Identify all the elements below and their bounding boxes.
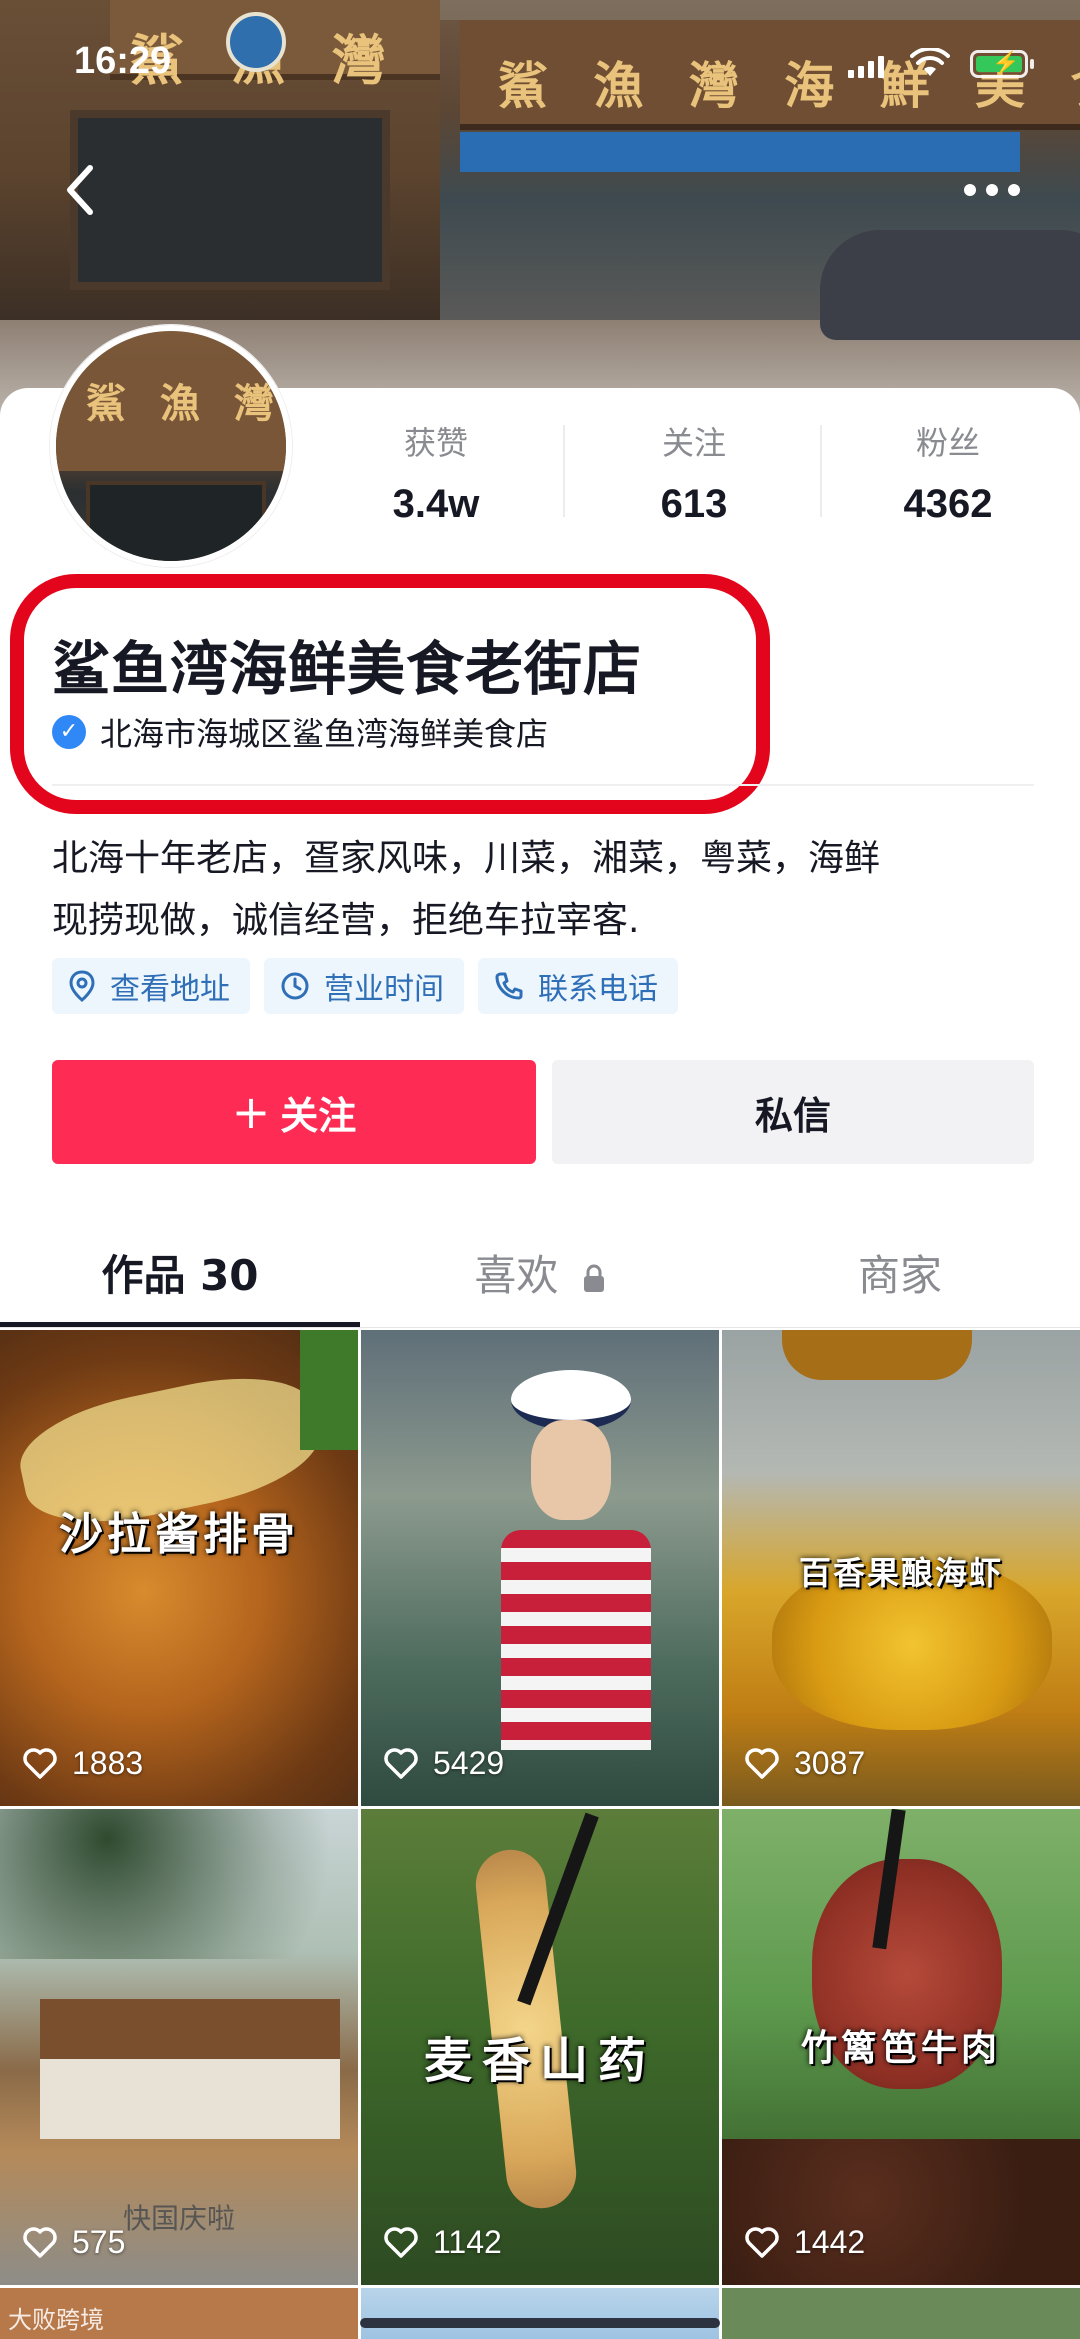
video-caption: 麦香山药 [423, 2033, 656, 2089]
heart-icon [384, 2226, 418, 2258]
video-tile-partial[interactable] [361, 2288, 719, 2339]
like-count-value: 3087 [794, 1745, 866, 1781]
avatar-sign-text: 鯊 漁 灣 [86, 380, 284, 427]
video-tile[interactable]: 麦香山药 1142 [361, 1809, 719, 2285]
video-tile[interactable]: 5429 [361, 1330, 719, 1806]
heart-icon [384, 1747, 418, 1779]
heart-icon [745, 2226, 779, 2258]
like-count: 1883 [22, 1745, 143, 1782]
chip-view-address-label: 查看地址 [110, 972, 230, 1007]
lock-icon [583, 1264, 604, 1292]
verified-check-icon: ✓ [52, 715, 86, 749]
message-button-label: 私信 [754, 1093, 831, 1138]
stat-following-label: 关注 [661, 425, 726, 461]
like-count-value: 1883 [72, 1745, 144, 1781]
bio-line-2: 现捞现做，诚信经营，拒绝车拉宰客. [52, 900, 640, 941]
chevron-left-icon [67, 165, 93, 215]
tab-likes-label: 喜欢 [474, 1251, 559, 1300]
tab-merchant-label: 商家 [857, 1251, 942, 1300]
video-caption: 沙拉酱排骨 [59, 1509, 299, 1560]
tab-likes[interactable]: 喜欢 [360, 1242, 720, 1303]
follow-button-label: 关注 [280, 1093, 357, 1138]
info-chips: 查看地址 营业时间 联系电话 [52, 958, 678, 1014]
stat-likes[interactable]: 获赞 3.4w [336, 418, 536, 527]
like-count: 575 [22, 2224, 125, 2261]
chip-business-hours-label: 营业时间 [324, 972, 444, 1007]
profile-name: 鲨鱼湾海鲜美食老街店 [52, 635, 643, 703]
like-count-value: 5429 [433, 1745, 505, 1781]
tab-works-label: 作品 30 [101, 1251, 259, 1300]
video-tile[interactable]: 快国庆啦 575 [0, 1809, 358, 2285]
like-count: 3087 [744, 1745, 865, 1782]
like-count: 1142 [383, 2224, 502, 2261]
video-caption: 竹篱笆牛肉 [800, 2027, 1001, 2069]
profile-bio: 北海十年老店，疍家风味，川菜，湘菜，粤菜，海鲜 现捞现做，诚信经营，拒绝车拉宰客… [52, 828, 1032, 952]
stat-likes-label: 获赞 [403, 425, 468, 461]
stat-followers-value: 4362 [903, 482, 993, 526]
video-tile-partial[interactable] [722, 2288, 1080, 2339]
follow-button[interactable]: + 关注 [52, 1060, 536, 1164]
stat-followers[interactable]: 粉丝 4362 [848, 418, 1048, 527]
chip-contact-phone[interactable]: 联系电话 [478, 958, 678, 1014]
plus-icon: + [231, 1085, 271, 1139]
like-count: 1442 [744, 2224, 865, 2261]
message-button[interactable]: 私信 [552, 1060, 1034, 1164]
like-count: 5429 [383, 1745, 504, 1782]
video-caption: 百香果酿海虾 [798, 1554, 1003, 1592]
like-count-value: 1442 [794, 2224, 866, 2260]
watermark: 大败跨境 [8, 2307, 104, 2334]
video-tile[interactable]: 竹篱笆牛肉 1442 [722, 1809, 1080, 2285]
cellular-signal-icon [848, 56, 884, 78]
heart-icon [745, 1747, 779, 1779]
status-bar: 16:29 ⚡ [0, 0, 1080, 130]
wifi-icon [910, 46, 950, 84]
stat-following-value: 613 [660, 482, 728, 526]
verified-business-label: 北海市海城区鲨鱼湾海鲜美食店 [100, 715, 549, 753]
chip-view-address[interactable]: 查看地址 [52, 958, 250, 1014]
chip-contact-phone-label: 联系电话 [538, 972, 658, 1007]
clock-icon [281, 972, 309, 1000]
video-tile[interactable]: 沙拉酱排骨 1883 [0, 1330, 358, 1806]
phone-icon [495, 972, 523, 1000]
heart-icon [23, 1747, 57, 1779]
avatar[interactable]: 鯊 漁 灣 [50, 325, 292, 567]
stat-followers-label: 粉丝 [915, 425, 980, 461]
tab-merchant[interactable]: 商家 [720, 1242, 1080, 1303]
status-time: 16:29 [74, 40, 172, 82]
home-indicator[interactable] [360, 2318, 720, 2328]
battery-icon: ⚡ [970, 50, 1028, 78]
location-icon [69, 970, 95, 1002]
more-options-button[interactable] [960, 170, 1030, 210]
back-button[interactable] [60, 160, 120, 220]
tab-works[interactable]: 作品 30 [0, 1242, 360, 1303]
like-count-value: 1142 [433, 2224, 502, 2260]
stat-following[interactable]: 关注 613 [594, 418, 794, 527]
video-tile[interactable]: 百香果酿海虾 3087 [722, 1330, 1080, 1806]
bio-line-1: 北海十年老店，疍家风味，川菜，湘菜，粤菜，海鲜 [52, 838, 881, 879]
heart-icon [23, 2226, 57, 2258]
like-count-value: 575 [72, 2224, 126, 2260]
chip-business-hours[interactable]: 营业时间 [264, 958, 464, 1014]
car-image [820, 230, 1080, 340]
verified-business[interactable]: ✓ 北海市海城区鲨鱼湾海鲜美食店 [52, 710, 548, 754]
stat-likes-value: 3.4w [392, 482, 480, 526]
